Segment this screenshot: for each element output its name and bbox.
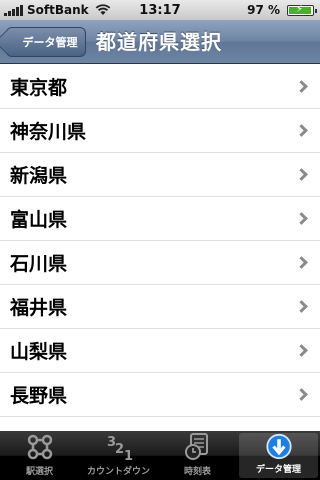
tab-label: カウントダウン: [86, 467, 150, 477]
status-bar: SoftBank 13:17 97 % ⚡: [0, 0, 320, 20]
tab-label: 時刻表: [183, 467, 211, 477]
list-item-label: 長野県: [10, 385, 68, 407]
chevron-right-icon: [295, 80, 308, 93]
list-item[interactable]: 新潟県: [0, 153, 320, 197]
tab-label: データ管理: [255, 465, 301, 475]
list-item-label: 山梨県: [10, 341, 68, 363]
tab-bar: 駅選択 3 2 1 カウントダウン 時刻表 データ管理: [0, 431, 320, 480]
chevron-right-icon: [295, 124, 308, 137]
list-item[interactable]: 福井県: [0, 285, 320, 329]
chevron-right-icon: [295, 168, 308, 181]
battery-percent: 97 %: [247, 3, 280, 17]
page-title: 都道府県選択: [96, 30, 222, 54]
navigation-bar: データ管理 都道府県選択: [0, 20, 320, 64]
battery-icon: ⚡: [287, 4, 317, 16]
tab-data-manage[interactable]: データ管理: [239, 433, 318, 478]
chevron-right-icon: [295, 300, 308, 313]
tab-timetable[interactable]: 時刻表: [158, 431, 237, 480]
list-item[interactable]: 神奈川県: [0, 109, 320, 153]
list-item[interactable]: 石川県: [0, 241, 320, 285]
list-item-label: 富山県: [10, 209, 68, 231]
back-button-label: データ管理: [22, 36, 78, 49]
tab-countdown[interactable]: 3 2 1 カウントダウン: [79, 431, 158, 480]
countdown-icon: 3 2 1: [107, 435, 133, 462]
prefecture-list: 東京都神奈川県新潟県富山県石川県福井県山梨県長野県: [0, 65, 320, 430]
timetable-icon: [184, 433, 208, 460]
back-button[interactable]: データ管理: [6, 27, 86, 57]
list-item-label: 福井県: [10, 297, 68, 319]
chevron-right-icon: [295, 212, 308, 225]
tab-label: 駅選択: [25, 467, 53, 477]
data-manage-icon: [265, 433, 292, 460]
svg-text:2: 2: [115, 442, 124, 457]
list-item-label: 東京都: [10, 77, 68, 99]
station-icon: [27, 434, 52, 460]
tab-station-select[interactable]: 駅選択: [0, 431, 79, 480]
svg-text:1: 1: [124, 449, 133, 462]
list-item-label: 神奈川県: [10, 121, 87, 143]
list-item-label: 新潟県: [10, 165, 68, 187]
chevron-right-icon: [295, 388, 308, 401]
chevron-right-icon: [295, 256, 308, 269]
chevron-right-icon: [295, 344, 308, 357]
list-item-label: 石川県: [10, 253, 68, 275]
list-item[interactable]: 山梨県: [0, 329, 320, 373]
list-item[interactable]: 長野県: [0, 373, 320, 417]
list-item[interactable]: 東京都: [0, 65, 320, 109]
list-item[interactable]: 富山県: [0, 197, 320, 241]
